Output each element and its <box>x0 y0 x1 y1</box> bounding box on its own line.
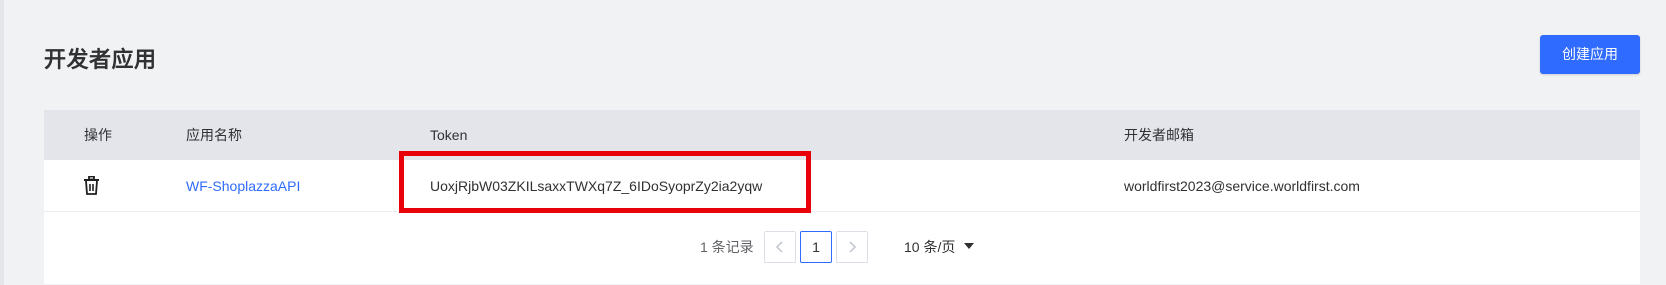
table-row: WF-ShoplazzaAPI UoxjRjbW03ZKILsaxxTWXq7Z… <box>44 151 1640 213</box>
pagination: 1 条记录 1 10 条/页 <box>44 212 1640 284</box>
page-size-select[interactable]: 10 条/页 <box>904 237 955 257</box>
apps-table: 操作 应用名称 Token 开发者邮箱 WF-ShoplazzaAPI Uoxj… <box>44 110 1640 284</box>
column-header-app-name: 应用名称 <box>186 127 242 143</box>
pagination-prev-button[interactable] <box>764 231 796 263</box>
left-edge-divider <box>0 0 4 285</box>
page-title: 开发者应用 <box>44 47 157 72</box>
trash-icon[interactable] <box>83 175 100 195</box>
column-header-operation: 操作 <box>84 127 112 143</box>
column-header-developer-email: 开发者邮箱 <box>1124 127 1194 143</box>
caret-down-icon[interactable] <box>964 243 974 249</box>
pagination-next-button[interactable] <box>836 231 868 263</box>
app-name-cell: WF-ShoplazzaAPI <box>186 160 300 212</box>
token-highlight-box <box>399 151 811 213</box>
pagination-total: 1 条记录 <box>700 239 754 255</box>
chevron-right-icon <box>849 241 857 253</box>
table-header: 操作 应用名称 Token 开发者邮箱 <box>44 110 1640 160</box>
pagination-page-1[interactable]: 1 <box>800 231 832 263</box>
create-app-button[interactable]: 创建应用 <box>1540 35 1640 74</box>
chevron-left-icon <box>775 241 783 253</box>
developer-email-cell: worldfirst2023@service.worldfirst.com <box>1124 178 1360 194</box>
app-name-link[interactable]: WF-ShoplazzaAPI <box>186 178 300 194</box>
